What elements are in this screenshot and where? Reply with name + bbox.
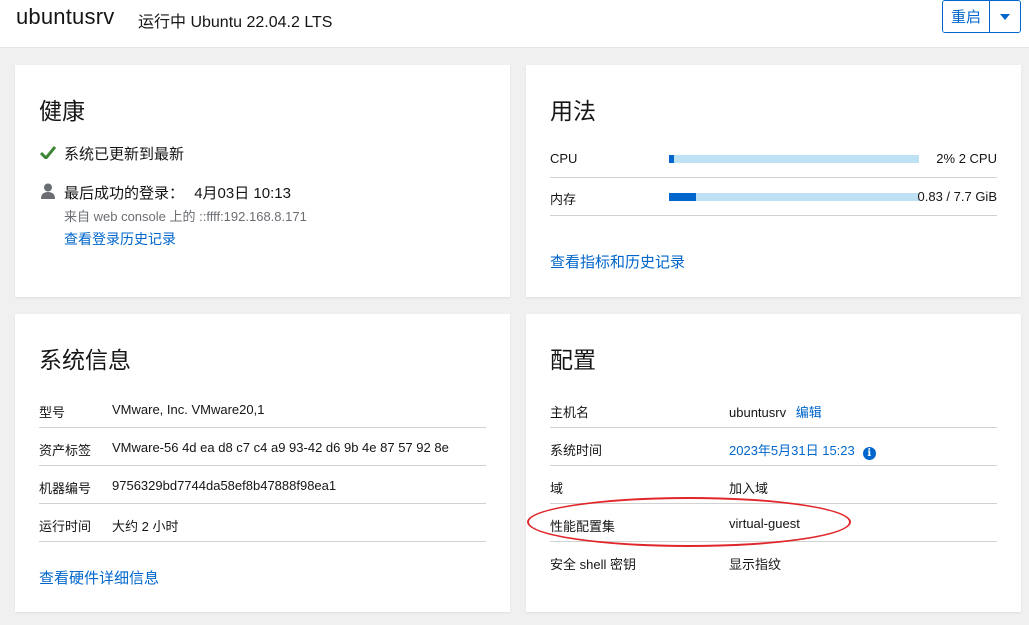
system-time-row: 系统时间 2023年5月31日 15:23 i	[550, 428, 997, 466]
memory-label: 内存	[550, 192, 577, 207]
machine-id-key: 机器编号	[39, 481, 92, 496]
ssh-keys-row: 安全 shell 密钥 显示指纹	[550, 542, 997, 580]
machine-id-row: 机器编号 9756329bd7744da58ef8b47888f98ea1	[39, 466, 486, 504]
last-login-label: 最后成功的登录：	[64, 185, 185, 202]
uptime-key: 运行时间	[39, 519, 92, 534]
power-options-toggle[interactable]	[990, 1, 1020, 32]
performance-profile-key: 性能配置集	[550, 519, 616, 534]
health-card: 健康 系统已更新到最新 最后成功的登录： 4月03日 10:13 来自 web …	[15, 65, 510, 297]
system-time-link[interactable]: 2023年5月31日 15:23	[729, 443, 855, 458]
metrics-history-link[interactable]: 查看指标和历史记录	[550, 251, 685, 272]
system-info-card: 系统信息 型号 VMware, Inc. VMware20,1 资产标签 VMw…	[15, 314, 510, 612]
memory-usage-row: 内存 0.83 / 7.7 GiB	[550, 178, 997, 216]
restart-button-group: 重启	[942, 0, 1021, 33]
hostname-key: 主机名	[550, 405, 590, 420]
domain-key: 域	[550, 481, 564, 496]
ssh-keys-key: 安全 shell 密钥	[550, 557, 636, 572]
cpu-usage-bar	[669, 155, 919, 163]
asset-tag-row: 资产标签 VMware-56 4d ea d8 c7 c4 a9 93-42 d…	[39, 428, 486, 466]
last-login-source: 来自 web console 上的 ::ffff:192.168.8.171	[64, 209, 307, 224]
join-domain-link[interactable]: 加入域	[729, 478, 768, 497]
usage-title: 用法	[550, 98, 596, 124]
hostname-value: ubuntusrv	[729, 405, 787, 420]
last-login-time: 4月03日 10:13	[194, 185, 291, 202]
last-login-row: 最后成功的登录： 4月03日 10:13 来自 web console 上的 :…	[39, 182, 307, 249]
cpu-usage-fill	[669, 155, 674, 163]
page-header: ubuntusrv 运行中 Ubuntu 22.04.2 LTS 重启	[0, 0, 1029, 48]
machine-id-value: 9756329bd7744da58ef8b47888f98ea1	[112, 478, 337, 493]
hostname-title: ubuntusrv	[16, 4, 115, 29]
performance-profile-row: 性能配置集 virtual-guest	[550, 504, 997, 542]
user-icon	[40, 183, 55, 199]
cpu-usage-row: CPU 2% 2 CPU	[550, 140, 997, 178]
asset-tag-value: VMware-56 4d ea d8 c7 c4 a9 93-42 d6 9b …	[112, 440, 449, 455]
system-time-key: 系统时间	[550, 443, 603, 458]
configuration-title: 配置	[550, 347, 596, 373]
performance-profile-link[interactable]: virtual-guest	[729, 516, 800, 531]
show-fingerprints-link[interactable]: 显示指纹	[729, 554, 781, 573]
login-history-link[interactable]: 查看登录历史记录	[64, 229, 176, 249]
cpu-label: CPU	[550, 151, 578, 166]
system-info-title: 系统信息	[39, 347, 131, 373]
hostname-row: 主机名 ubuntusrv 编辑	[550, 390, 997, 428]
check-icon	[39, 146, 56, 159]
restart-button[interactable]: 重启	[943, 1, 990, 32]
updates-status: 系统已更新到最新	[64, 146, 185, 163]
domain-row: 域 加入域	[550, 466, 997, 504]
system-status: 运行中 Ubuntu 22.04.2 LTS	[138, 14, 333, 31]
asset-tag-key: 资产标签	[39, 443, 92, 458]
configuration-card: 配置 主机名 ubuntusrv 编辑 系统时间 2023年5月31日 15:2…	[526, 314, 1021, 612]
info-circle-icon[interactable]: i	[862, 447, 876, 460]
usage-card: 用法 CPU 2% 2 CPU 内存 0.83 / 7.7 GiB 查看指标和历…	[526, 65, 1021, 297]
hardware-details-link[interactable]: 查看硬件详细信息	[39, 567, 159, 588]
caret-down-icon	[1000, 13, 1010, 20]
health-title: 健康	[39, 98, 85, 124]
memory-usage-fill	[669, 193, 696, 201]
cpu-value: 2% 2 CPU	[936, 151, 997, 166]
model-key: 型号	[39, 405, 66, 420]
uptime-value: 大约 2 小时	[112, 519, 179, 534]
memory-usage-bar	[669, 193, 919, 201]
system-time-value-group: 2023年5月31日 15:23 i	[729, 440, 876, 460]
memory-value: 0.83 / 7.7 GiB	[917, 189, 998, 204]
model-row: 型号 VMware, Inc. VMware20,1	[39, 390, 486, 428]
hostname-value-group: ubuntusrv 编辑	[729, 402, 822, 421]
updates-status-row: 系统已更新到最新	[39, 143, 184, 164]
model-value: VMware, Inc. VMware20,1	[112, 402, 265, 417]
uptime-row: 运行时间 大约 2 小时	[39, 504, 486, 542]
hostname-edit-link[interactable]: 编辑	[796, 405, 822, 420]
